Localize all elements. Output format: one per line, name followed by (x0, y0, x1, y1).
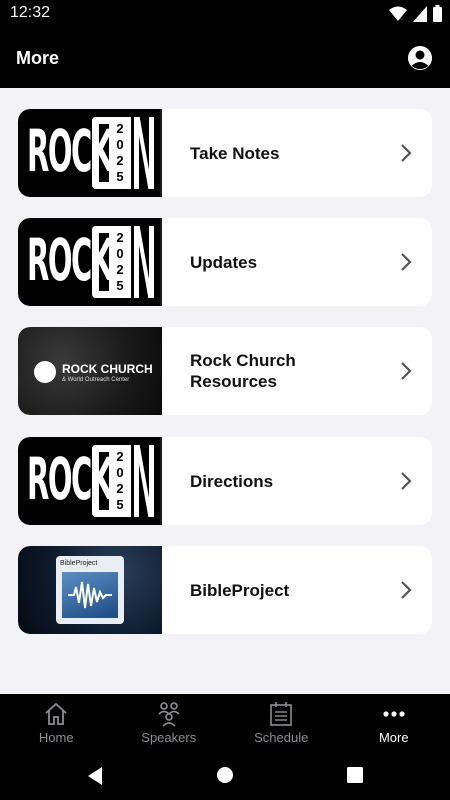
list-item-rock-church-resources[interactable]: ROCK CHURCH & World Outreach Center Rock… (18, 327, 432, 415)
rockcon-year: 2025 (116, 121, 124, 184)
list-item-updates[interactable]: ROCK 2025 Updates (18, 218, 432, 306)
bibleproject-title: BibleProject (60, 560, 98, 567)
bibleproject-thumbnail: BibleProject (18, 546, 162, 634)
rockcon-n-shape (134, 445, 154, 517)
wifi-icon (389, 6, 407, 21)
home-nav-icon[interactable] (216, 766, 234, 784)
item-label: Take Notes (190, 143, 280, 163)
chevron-right-icon (401, 581, 412, 599)
rock-church-logo (34, 361, 56, 383)
tab-schedule[interactable]: Schedule (225, 694, 338, 752)
item-label: BibleProject (190, 580, 290, 600)
rockcon-n-shape (134, 117, 154, 189)
tab-label: Home (38, 730, 74, 745)
tab-label: More (378, 730, 409, 745)
rockcon-thumbnail: ROCK 2025 (18, 437, 162, 525)
rockcon-thumbnail: ROCK 2025 (18, 109, 162, 197)
more-list: ROCK 2025 Take Notes ROCK 2025 Updates R… (0, 88, 450, 694)
status-bar: 12:32 (0, 0, 450, 28)
back-icon[interactable] (86, 766, 104, 786)
tab-bar: Home Speakers Schedule More (0, 694, 450, 752)
tab-home[interactable]: Home (0, 694, 113, 752)
recents-icon[interactable] (346, 766, 364, 784)
bibleproject-card: BibleProject (56, 556, 124, 624)
chevron-right-icon (401, 144, 412, 162)
tab-more[interactable]: More (338, 694, 450, 752)
item-label: Directions (190, 471, 274, 491)
church-name: ROCK CHURCH (62, 362, 153, 376)
tab-label: Schedule (254, 730, 309, 745)
schedule-icon (270, 702, 293, 726)
status-icons (389, 5, 442, 22)
chevron-right-icon (401, 253, 412, 271)
rockcon-thumbnail: ROCK 2025 (18, 218, 162, 306)
signal-icon (413, 5, 427, 22)
more-icon (383, 711, 405, 717)
chevron-right-icon (401, 362, 412, 380)
bibleproject-art (62, 572, 118, 618)
item-label: Rock Church Resources (190, 351, 296, 391)
rockcon-year: 2025 (116, 230, 124, 293)
item-label: Updates (190, 252, 258, 272)
page-title: More (16, 48, 60, 68)
status-time: 12:32 (10, 4, 51, 21)
rockcon-year: 2025 (116, 449, 124, 512)
list-item-take-notes[interactable]: ROCK 2025 Take Notes (18, 109, 432, 197)
chevron-right-icon (401, 472, 412, 490)
home-icon (45, 702, 67, 725)
app-header: More (0, 28, 450, 88)
list-item-bibleproject[interactable]: BibleProject BibleProject (18, 546, 432, 634)
rockcon-n-shape (134, 226, 154, 298)
battery-icon (433, 5, 442, 22)
tab-speakers[interactable]: Speakers (113, 694, 226, 752)
list-item-directions[interactable]: ROCK 2025 Directions (18, 437, 432, 525)
tab-label: Speakers (141, 730, 197, 745)
system-nav-bar (0, 752, 450, 800)
waveform-icon (68, 581, 112, 609)
church-subtitle: & World Outreach Center (62, 377, 130, 383)
profile-icon[interactable] (407, 45, 433, 71)
speakers-icon (158, 702, 180, 727)
rock-church-thumbnail: ROCK CHURCH & World Outreach Center (18, 327, 162, 415)
